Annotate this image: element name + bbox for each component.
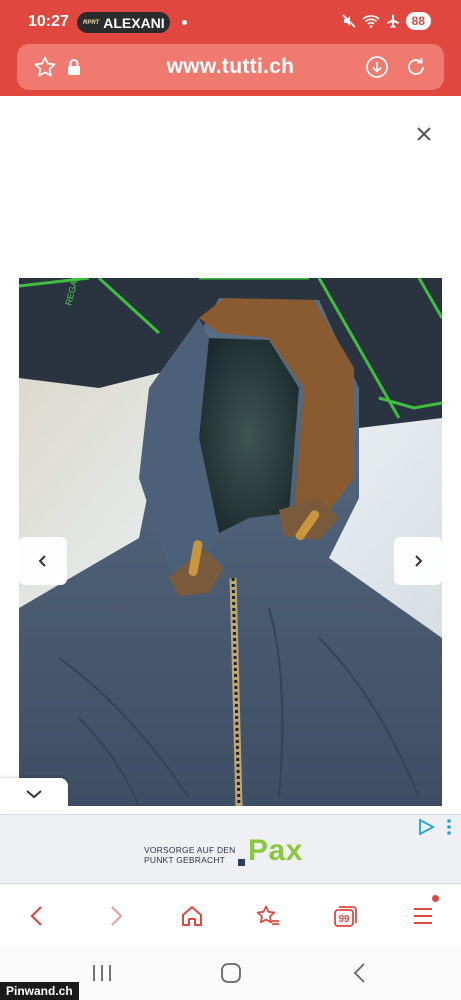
ad-slogan: VORSORGE AUF DEN PUNKT GEBRACHT bbox=[144, 845, 236, 865]
live-activity-text: ALEXANI bbox=[103, 14, 165, 31]
next-image-button[interactable] bbox=[394, 537, 442, 585]
ad-slogan-line2: PUNKT GEBRACHT bbox=[144, 855, 226, 865]
ad-banner[interactable]: VORSORGE AUF DEN PUNKT GEBRACHT Pax bbox=[0, 814, 461, 884]
bookmarks-button[interactable] bbox=[251, 899, 285, 933]
status-bar: 10:27 RPRT ALEXANI 88 bbox=[0, 10, 461, 36]
ad-slogan-line1: VORSORGE AUF DEN bbox=[144, 845, 236, 855]
menu-notification-dot bbox=[432, 895, 439, 902]
lock-icon bbox=[68, 59, 80, 75]
back-button[interactable] bbox=[20, 899, 54, 933]
live-activity-label: RPRT bbox=[83, 19, 100, 26]
chevron-left-icon bbox=[38, 555, 46, 567]
notification-dot bbox=[182, 20, 187, 25]
watermark: Pinwand.ch bbox=[0, 982, 79, 1000]
previous-image-button[interactable] bbox=[19, 537, 67, 585]
chevron-down-icon bbox=[26, 790, 42, 799]
product-photo[interactable]: REGATTA bbox=[19, 278, 442, 806]
bookmarks-icon bbox=[256, 905, 279, 925]
browser-header: 10:27 RPRT ALEXANI 88 www.tutti.ch bbox=[0, 0, 461, 96]
live-activity-pill[interactable]: RPRT ALEXANI bbox=[77, 12, 170, 33]
home-circle-icon[interactable] bbox=[220, 962, 242, 984]
chevron-right-icon bbox=[415, 555, 423, 567]
system-back-icon[interactable] bbox=[352, 962, 368, 984]
ad-brand-dot bbox=[238, 859, 245, 866]
chevron-left-icon bbox=[30, 906, 42, 926]
tabs-button[interactable]: 99 bbox=[329, 899, 363, 933]
reload-icon[interactable] bbox=[404, 55, 428, 79]
home-icon bbox=[182, 906, 202, 926]
screen: 10:27 RPRT ALEXANI 88 www.tutti.ch REGAT… bbox=[0, 0, 461, 1000]
menu-icon bbox=[414, 908, 432, 924]
recent-apps-icon[interactable] bbox=[91, 963, 113, 983]
wifi-icon bbox=[362, 15, 380, 28]
ad-brand-logo: Pax bbox=[248, 834, 303, 867]
browser-toolbar: 99 bbox=[0, 885, 461, 945]
system-icons: 88 bbox=[342, 12, 431, 30]
clock: 10:27 bbox=[28, 13, 69, 30]
address-bar[interactable]: www.tutti.ch bbox=[17, 44, 444, 90]
menu-button[interactable] bbox=[406, 899, 440, 933]
download-icon[interactable] bbox=[365, 55, 389, 79]
ad-choices-icon[interactable] bbox=[418, 818, 454, 836]
home-button[interactable] bbox=[175, 899, 209, 933]
forward-button[interactable] bbox=[99, 899, 133, 933]
mute-icon bbox=[342, 14, 356, 28]
collapse-ad-button[interactable] bbox=[0, 778, 68, 810]
chevron-right-icon bbox=[111, 906, 123, 926]
close-icon[interactable] bbox=[412, 122, 436, 146]
tabs-count: 99 bbox=[338, 913, 350, 925]
airplane-icon bbox=[386, 14, 399, 28]
battery-indicator: 88 bbox=[405, 12, 431, 30]
star-icon[interactable] bbox=[33, 55, 57, 79]
